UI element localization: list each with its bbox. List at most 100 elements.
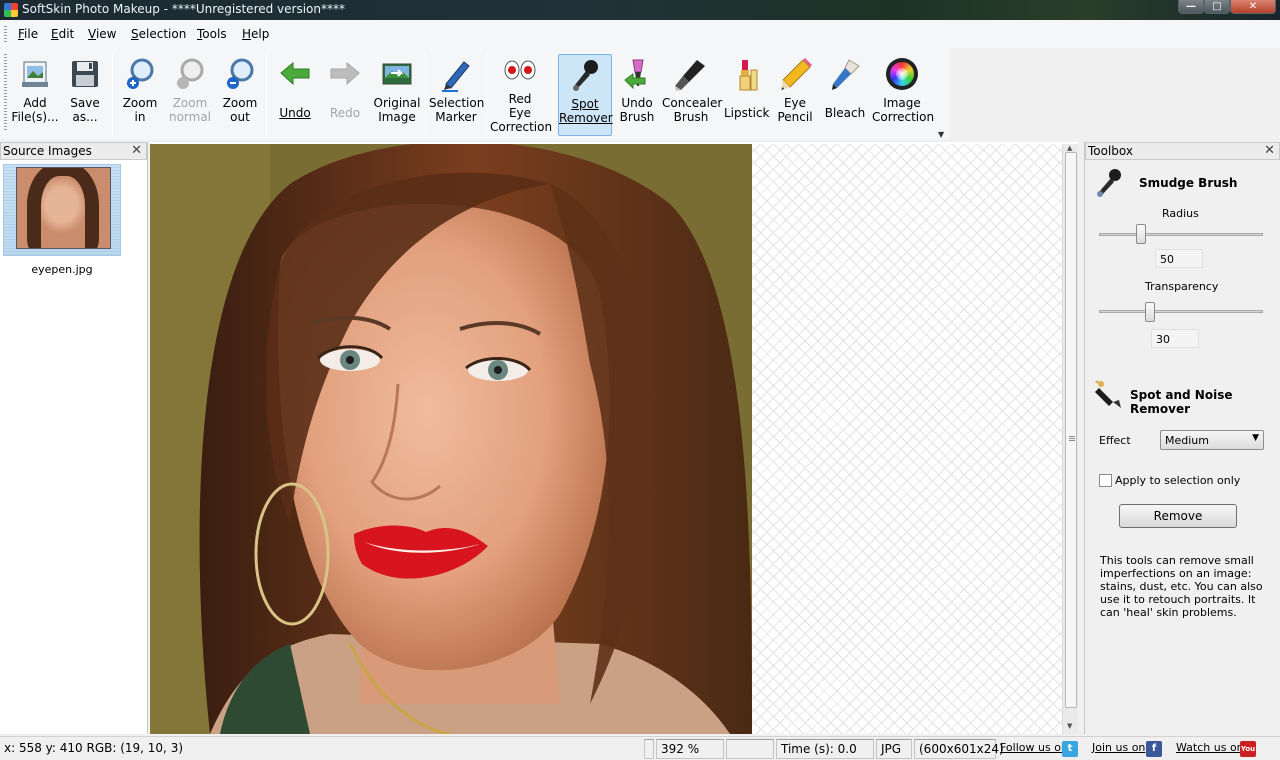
image-dimensions: (600x601x24) <box>914 739 1004 759</box>
close-button[interactable]: ✕ <box>1230 0 1276 14</box>
transparency-value[interactable]: 30 <box>1151 329 1199 348</box>
spot-remover-label-1: Spot <box>571 97 599 111</box>
eye-pencil-button[interactable]: Eye Pencil <box>772 54 818 136</box>
radius-slider-thumb[interactable] <box>1136 224 1146 244</box>
spot-noise-remover-icon <box>1093 378 1125 410</box>
scrollbar-thumb[interactable] <box>1065 152 1077 708</box>
redo-label: Redo <box>329 106 361 120</box>
menu-tools[interactable]: Tools <box>197 27 227 41</box>
facebook-icon[interactable]: f <box>1146 741 1162 757</box>
maximize-button[interactable]: □ <box>1204 0 1230 14</box>
concealer-brush-label-2: Brush <box>673 110 709 124</box>
portrait-photo[interactable] <box>150 144 752 734</box>
minimize-button[interactable]: — <box>1178 0 1204 14</box>
undo-brush-icon <box>619 56 655 92</box>
concealer-brush-icon <box>673 56 709 92</box>
zoom-level: 392 % <box>656 739 724 759</box>
toolbar-overflow-icon[interactable]: ▼ <box>938 130 944 139</box>
menu-file[interactable]: File <box>18 27 38 41</box>
effect-dropdown[interactable]: Medium ▼ <box>1160 430 1264 450</box>
source-panel-close-icon[interactable]: ✕ <box>131 143 142 158</box>
effect-dropdown-value: Medium <box>1165 434 1209 447</box>
spot-remover-button[interactable]: Spot Remover <box>558 54 613 136</box>
toolbar-grip <box>4 54 7 132</box>
add-files-label-1: Add <box>23 96 47 110</box>
menu-edit[interactable]: Edit <box>51 27 74 41</box>
image-canvas[interactable]: ▲ ▼ <box>150 142 1078 734</box>
menu-selection[interactable]: Selection <box>131 27 186 41</box>
spot-brush-icon <box>567 57 603 93</box>
image-format: JPG <box>876 739 912 759</box>
app-logo-icon <box>4 3 18 17</box>
source-panel-title: Source Images <box>3 144 92 158</box>
app-window: SoftSkin Photo Makeup - ****Unregistered… <box>0 0 1280 760</box>
scroll-up-icon[interactable]: ▲ <box>1067 144 1072 152</box>
apply-selection-label: Apply to selection only <box>1115 474 1241 487</box>
zoom-in-button[interactable]: Zoom in <box>118 54 162 136</box>
twitter-icon[interactable]: t <box>1062 741 1078 757</box>
status-empty-cell <box>726 739 774 759</box>
radius-value[interactable]: 50 <box>1155 249 1203 268</box>
canvas-vertical-scrollbar[interactable]: ▲ ▼ <box>1062 144 1078 734</box>
status-spacer <box>644 739 654 759</box>
menu-bar: File Edit View Selection Tools Help <box>0 20 1280 48</box>
eye-pencil-label-2: Pencil <box>777 110 813 124</box>
redo-button[interactable]: Redo <box>322 54 368 136</box>
red-eye-correction-button[interactable]: Red Eye Correction <box>490 54 553 136</box>
youtube-icon[interactable]: You <box>1240 741 1256 757</box>
cursor-coords-rgb: x: 558 y: 410 RGB: (19, 10, 3) <box>4 741 184 755</box>
save-as-button[interactable]: Save as... <box>62 54 108 136</box>
toolbar-separator <box>266 52 267 136</box>
zoom-out-button[interactable]: Zoom out <box>218 54 262 136</box>
lipstick-button[interactable]: Lipstick <box>724 54 769 136</box>
source-images-panel: Source Images ✕ eyepen.jpg <box>0 142 148 734</box>
chevron-down-icon: ▼ <box>1252 433 1259 443</box>
title-bar: SoftSkin Photo Makeup - ****Unregistered… <box>0 0 1280 20</box>
thumbnail-filename: eyepen.jpg <box>31 263 93 276</box>
selection-marker-label-1: Selection <box>429 96 485 110</box>
watch-youtube-link[interactable]: Watch us on <box>1176 741 1244 754</box>
image-correction-button[interactable]: Image Correction <box>872 54 934 136</box>
join-facebook-link[interactable]: Join us on <box>1092 741 1145 754</box>
zoom-normal-button[interactable]: Zoom normal <box>166 54 214 136</box>
source-image-thumbnail[interactable] <box>3 164 121 256</box>
tool-description: This tools can remove small imperfection… <box>1100 554 1263 619</box>
concealer-brush-button[interactable]: Concealer Brush <box>662 54 722 136</box>
image-correction-label-1: Image <box>883 96 921 110</box>
remove-button[interactable]: Remove <box>1119 504 1237 528</box>
eye-pencil-icon <box>777 56 813 92</box>
apply-selection-checkbox[interactable] <box>1099 474 1112 487</box>
color-wheel-icon <box>884 56 920 92</box>
undo-brush-button[interactable]: Undo Brush <box>616 54 658 136</box>
red-eye-label-1: Red <box>508 92 532 106</box>
radius-slider-track[interactable] <box>1099 233 1263 236</box>
red-eye-label-3: Correction <box>490 120 553 134</box>
add-files-button[interactable]: Add File(s)... <box>11 54 59 136</box>
transparency-slider-track[interactable] <box>1099 310 1263 313</box>
bleach-button[interactable]: Bleach <box>822 54 868 136</box>
smudge-brush-icon <box>1093 166 1125 198</box>
toolbox-close-icon[interactable]: ✕ <box>1264 143 1275 158</box>
toolbar-separator <box>112 52 113 136</box>
undo-button[interactable]: Undo <box>272 54 318 136</box>
effect-label: Effect <box>1099 434 1131 447</box>
follow-twitter-link[interactable]: Follow us on <box>1000 741 1068 754</box>
save-as-label-1: Save <box>70 96 100 110</box>
selection-marker-button[interactable]: Selection Marker <box>429 54 485 136</box>
scroll-down-icon[interactable]: ▼ <box>1067 722 1072 730</box>
zoom-in-label-2: in <box>134 110 146 124</box>
toolbar-separator <box>553 52 554 136</box>
source-panel-header: Source Images ✕ <box>0 142 147 160</box>
toolbar: Add File(s)... Save as... Zoom in Zoom n… <box>0 48 950 140</box>
menu-help[interactable]: Help <box>242 27 269 41</box>
undo-label: Undo <box>279 106 311 120</box>
save-disk-icon <box>67 56 103 92</box>
zoom-normal-icon <box>172 56 208 92</box>
menu-view[interactable]: View <box>88 27 116 41</box>
spot-noise-title: Spot and Noise Remover <box>1130 388 1233 416</box>
original-image-button[interactable]: Original Image <box>372 54 422 136</box>
spot-remover-label-2: Remover <box>559 111 613 125</box>
transparency-slider-thumb[interactable] <box>1145 302 1155 322</box>
zoom-in-icon <box>122 56 158 92</box>
add-image-icon <box>17 56 53 92</box>
